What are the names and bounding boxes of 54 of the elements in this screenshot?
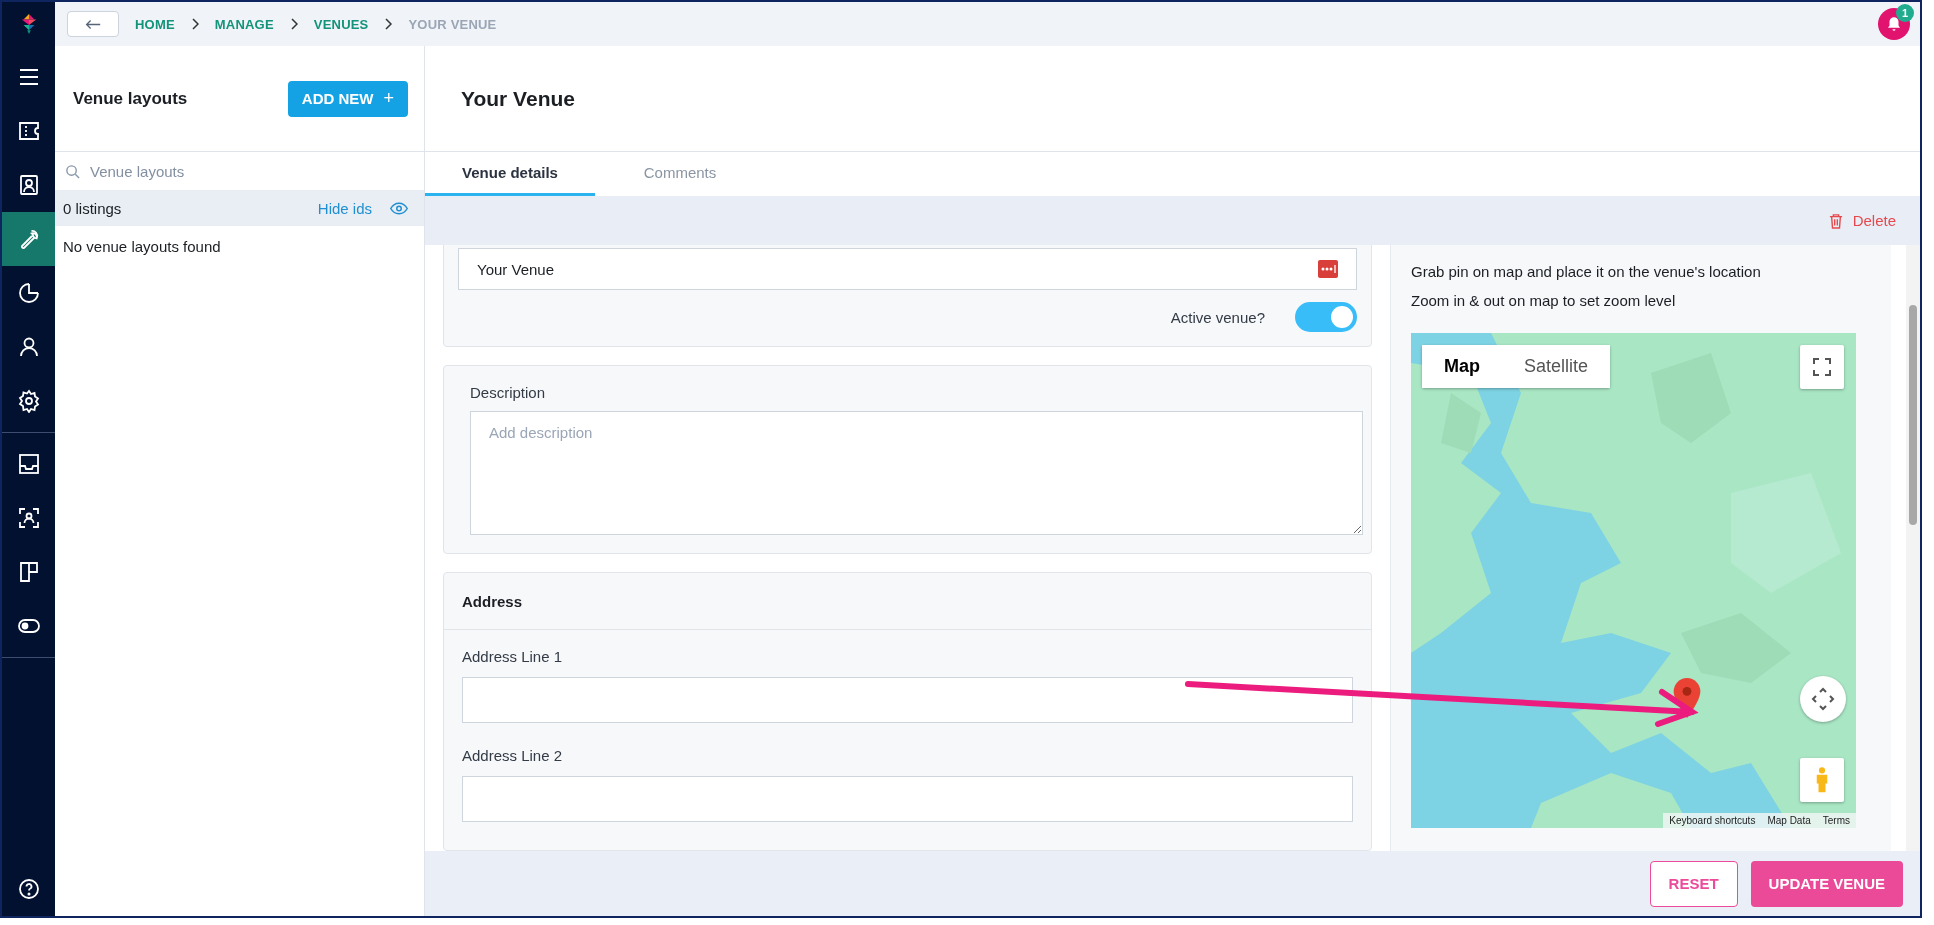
address-field[interactable] (462, 677, 1353, 723)
trash-icon (1828, 212, 1843, 229)
ticket-icon (16, 119, 41, 143)
search-input[interactable]: Venue layouts (88, 161, 414, 181)
map-footer-link[interactable]: Keyboard shortcuts (1663, 813, 1762, 828)
active-toggle[interactable] (1295, 302, 1357, 332)
listing-count: 0 listings (63, 199, 122, 217)
map-footer-link[interactable]: Terms (1816, 813, 1856, 828)
gear-icon (16, 389, 41, 413)
chevron-glyph-icon (384, 18, 393, 30)
description-field[interactable]: Add description (470, 411, 1363, 535)
fullscreen-icon (1813, 358, 1831, 376)
notification-count: 1 (1896, 4, 1914, 22)
breadcrumb-link[interactable]: MANAGE (214, 16, 274, 32)
chevron-glyph-icon (190, 18, 199, 30)
password-manager-icon[interactable] (1318, 260, 1338, 278)
chevron-glyph-icon (289, 18, 298, 30)
eye-icon[interactable] (390, 201, 408, 215)
delete-button[interactable]: Delete (1828, 212, 1896, 229)
toggle-label: Active venue? (1170, 308, 1265, 326)
field-label: Description (470, 384, 547, 401)
scrollbar[interactable] (1906, 245, 1920, 851)
pan-arrows-icon (1811, 687, 1835, 711)
venue-title: Your Venue (461, 86, 575, 111)
field-label: Address Line 1 (462, 648, 564, 665)
update-button[interactable]: UPDATE VENUE (1750, 860, 1903, 907)
breadcrumb-link[interactable]: YOUR VENUE (408, 16, 497, 32)
hint-text: Grab pin on map and place it on the venue's location (1411, 263, 1762, 280)
map-type-button[interactable]: Satellite (1502, 345, 1611, 388)
hide-ids-link[interactable]: Hide ids (317, 199, 372, 217)
search-field[interactable]: Venue layouts (55, 152, 424, 190)
back-arrow-icon (85, 18, 101, 30)
breadcrumb-link[interactable]: VENUES (313, 16, 369, 32)
reset-button[interactable]: RESET (1649, 860, 1738, 907)
map-footer-link[interactable]: Map Data (1761, 813, 1817, 828)
tab[interactable]: Comments (595, 152, 765, 196)
inbox-icon (16, 452, 41, 476)
address-field[interactable] (462, 776, 1353, 822)
pie-icon (16, 281, 41, 305)
field-label: Address Line 2 (462, 747, 564, 764)
help-icon (16, 877, 41, 901)
figure-icon (1815, 766, 1829, 794)
search-icon (65, 163, 80, 179)
empty-message: No venue layouts found (62, 237, 222, 257)
breadcrumb-link[interactable]: HOME (135, 16, 175, 32)
fullscreen-button[interactable] (1800, 345, 1844, 389)
bell-icon (1885, 15, 1903, 33)
hint-text: Zoom in & out on map to set zoom level (1411, 292, 1677, 309)
add-new-button[interactable]: ADD NEW + (287, 80, 408, 117)
venue-name-field[interactable]: Your Venue (458, 248, 1357, 290)
scan-icon (16, 506, 41, 530)
panel-title: Venue layouts (73, 88, 188, 109)
map-type-button[interactable]: Map (1422, 345, 1502, 388)
section-title: Address (462, 592, 523, 610)
